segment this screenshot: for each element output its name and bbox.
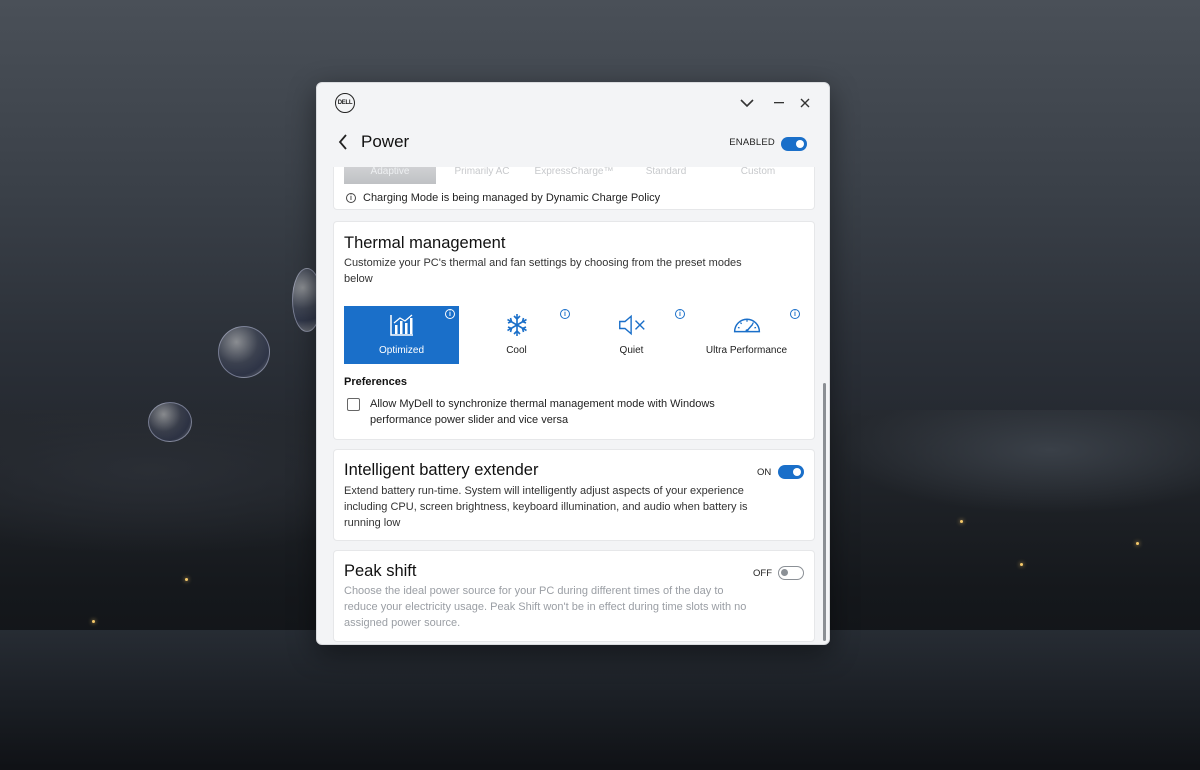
thermal-mode-selector: Optimized i Cool i Quiet i Ultra Perform… (344, 306, 804, 364)
wallpaper-light (92, 620, 95, 623)
charge-mode-primarily-ac[interactable]: Primarily AC (436, 167, 528, 184)
speaker-mute-icon (618, 312, 646, 338)
optimized-chart-icon (388, 312, 416, 338)
thermal-title: Thermal management (344, 234, 506, 252)
thermal-description: Customize your PC's thermal and fan sett… (344, 257, 742, 285)
snowflake-icon (503, 312, 531, 338)
thermal-mode-quiet[interactable]: Quiet i (574, 306, 689, 364)
thermal-mode-label: Ultra Performance (705, 345, 788, 356)
battery-extender-state: ON (757, 467, 772, 478)
minimize-button[interactable] (769, 93, 789, 113)
charge-mode-standard[interactable]: Standard (620, 167, 712, 184)
wallpaper-light (1136, 542, 1139, 545)
charging-policy-note: i Charging Mode is being managed by Dyna… (346, 192, 660, 204)
info-icon[interactable]: i (445, 309, 455, 319)
peak-shift-toggle[interactable] (778, 566, 804, 580)
dell-logo: DELL (335, 93, 355, 113)
thermal-mode-label: Quiet (619, 345, 644, 356)
peak-shift-state: OFF (753, 568, 772, 579)
peak-shift-title: Peak shift (344, 562, 417, 580)
info-icon[interactable]: i (675, 309, 685, 319)
wallpaper-light (185, 578, 188, 581)
scrollbar[interactable] (823, 383, 826, 641)
power-enabled-toggle[interactable] (781, 137, 807, 151)
info-icon[interactable]: i (560, 309, 570, 319)
thermal-mode-optimized[interactable]: Optimized i (344, 306, 459, 364)
back-arrow-icon[interactable] (333, 131, 353, 153)
battery-extender-toggle[interactable] (778, 465, 804, 479)
sync-thermal-label: Allow MyDell to synchronize thermal mana… (370, 398, 715, 426)
info-icon: i (346, 193, 356, 203)
page-title: Power (361, 132, 410, 151)
wallpaper-water (0, 630, 1200, 770)
enabled-label: ENABLED (729, 137, 775, 148)
wallpaper-light (960, 520, 963, 523)
wallpaper-light (1020, 563, 1023, 566)
thermal-management-card: Thermal management Customize your PC's t… (333, 221, 815, 440)
close-button[interactable] (795, 93, 815, 113)
wallpaper-bubble (218, 326, 270, 378)
battery-extender-card: Intelligent battery extender ON Extend b… (333, 449, 815, 541)
peak-shift-description: Choose the ideal power source for your P… (344, 585, 747, 629)
settings-scroll-area[interactable]: Adaptive Primarily AC ExpressCharge™ Sta… (333, 167, 815, 644)
thermal-mode-label: Cool (506, 345, 527, 356)
chevron-down-icon[interactable] (737, 93, 757, 113)
thermal-mode-cool[interactable]: Cool i (459, 306, 574, 364)
charging-policy-text: Charging Mode is being managed by Dynami… (363, 192, 661, 204)
thermal-mode-ultra-performance[interactable]: Ultra Performance i (689, 306, 804, 364)
charge-mode-expresscharge[interactable]: ExpressCharge™ (528, 167, 620, 184)
mydell-window: DELL Power ENABLED Adaptive Primarily AC… (316, 82, 830, 645)
battery-extender-title: Intelligent battery extender (344, 461, 539, 479)
charging-mode-selector: Adaptive Primarily AC ExpressCharge™ Sta… (344, 167, 804, 184)
title-bar: DELL (317, 83, 829, 123)
wallpaper-bubble (148, 402, 192, 442)
charging-mode-card: Adaptive Primarily AC ExpressCharge™ Sta… (333, 167, 815, 210)
charge-mode-custom[interactable]: Custom (712, 167, 804, 184)
info-icon[interactable]: i (790, 309, 800, 319)
preferences-heading: Preferences (344, 376, 407, 388)
thermal-mode-label: Optimized (378, 345, 424, 356)
speedometer-icon (733, 312, 761, 338)
battery-extender-description: Extend battery run-time. System will int… (344, 485, 748, 529)
sync-thermal-checkbox[interactable] (347, 398, 360, 411)
page-header: Power ENABLED (317, 127, 829, 161)
charge-mode-adaptive[interactable]: Adaptive (344, 167, 436, 184)
peak-shift-card: Peak shift OFF Choose the ideal power so… (333, 550, 815, 642)
